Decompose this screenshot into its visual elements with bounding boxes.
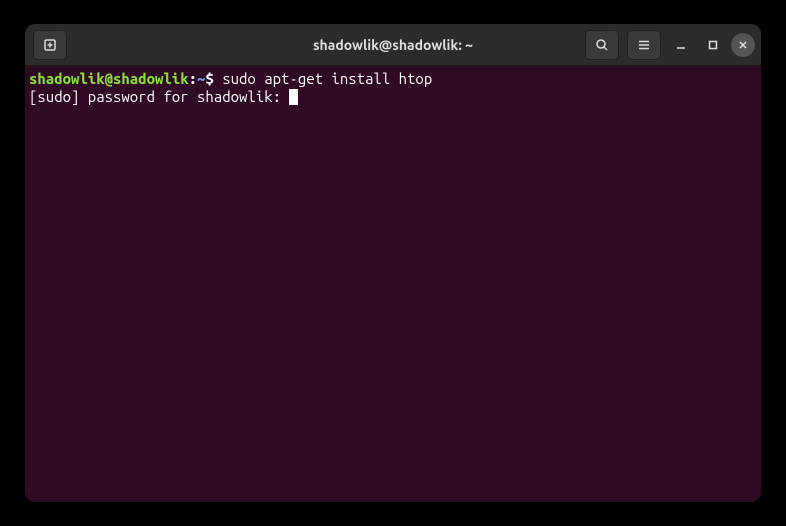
prompt-colon: :: [189, 70, 197, 87]
terminal-window: shadowlik@shadowlik: ~: [25, 24, 761, 502]
window-title: shadowlik@shadowlik: ~: [313, 37, 473, 53]
new-tab-icon: [42, 37, 58, 53]
terminal-body[interactable]: shadowlik@shadowlik:~$ sudo apt-get inst…: [25, 66, 761, 502]
minimize-icon: [675, 39, 687, 51]
titlebar-left: [31, 30, 69, 60]
search-icon: [594, 37, 610, 53]
minimize-button[interactable]: [667, 31, 695, 59]
titlebar: shadowlik@shadowlik: ~: [25, 24, 761, 66]
prompt-user-host: shadowlik@shadowlik: [29, 70, 189, 87]
output-line: [sudo] password for shadowlik:: [29, 88, 289, 105]
maximize-icon: [707, 39, 719, 51]
cursor: [289, 89, 298, 105]
new-tab-button[interactable]: [33, 30, 67, 60]
search-button[interactable]: [585, 30, 619, 60]
titlebar-right: [583, 30, 755, 60]
hamburger-icon: [636, 37, 652, 53]
command-text: sudo apt-get install htop: [222, 70, 432, 87]
menu-button[interactable]: [627, 30, 661, 60]
prompt-dollar: $: [205, 70, 222, 87]
close-icon: [738, 40, 748, 50]
close-button[interactable]: [731, 33, 755, 57]
maximize-button[interactable]: [699, 31, 727, 59]
